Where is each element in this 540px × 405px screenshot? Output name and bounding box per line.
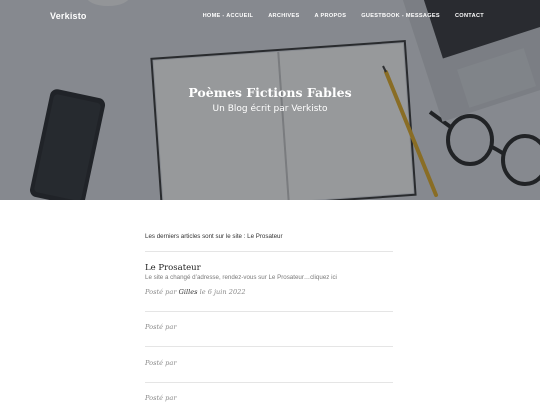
nav-item-contact[interactable]: CONTACT — [455, 13, 484, 19]
post-meta: Posté par Gilles le 6 juin 2022 — [145, 288, 246, 296]
navbar: Verkisto HOME - ACCUEIL ARCHIVES A PROPO… — [0, 0, 540, 34]
intro-text: Les derniers articles sont sur le site :… — [145, 233, 283, 240]
post-author: Gilles — [178, 288, 198, 296]
divider — [145, 382, 393, 383]
nav-item-guestbook[interactable]: GUESTBOOK - MESSAGES — [361, 13, 440, 19]
post-title-link[interactable]: Le Prosateur — [145, 263, 201, 273]
post-excerpt[interactable]: Le site a changé d’adresse, rendez-vous … — [145, 274, 337, 281]
nav-item-home[interactable]: HOME - ACCUEIL — [203, 13, 254, 19]
post-date: 6 juin 2022 — [207, 288, 246, 296]
date-prefix: le — [199, 288, 206, 296]
post-meta: Posté par — [145, 394, 177, 402]
nav-menu: HOME - ACCUEIL ARCHIVES A PROPOS GUESTBO… — [188, 13, 484, 19]
site-brand-link[interactable]: Verkisto — [50, 11, 87, 21]
divider — [145, 251, 393, 252]
nav-item-archives[interactable]: ARCHIVES — [268, 13, 299, 19]
divider — [145, 311, 393, 312]
hero-header: Verkisto HOME - ACCUEIL ARCHIVES A PROPO… — [0, 0, 540, 200]
posted-by-label: Posté par — [145, 288, 177, 296]
post-meta: Posté par — [145, 323, 177, 331]
post-meta: Posté par — [145, 359, 177, 367]
divider — [145, 346, 393, 347]
page-title: Poèmes Fictions Fables — [188, 85, 352, 100]
page-subtitle: Un Blog écrit par Verkisto — [212, 104, 328, 114]
nav-item-about[interactable]: A PROPOS — [315, 13, 347, 19]
